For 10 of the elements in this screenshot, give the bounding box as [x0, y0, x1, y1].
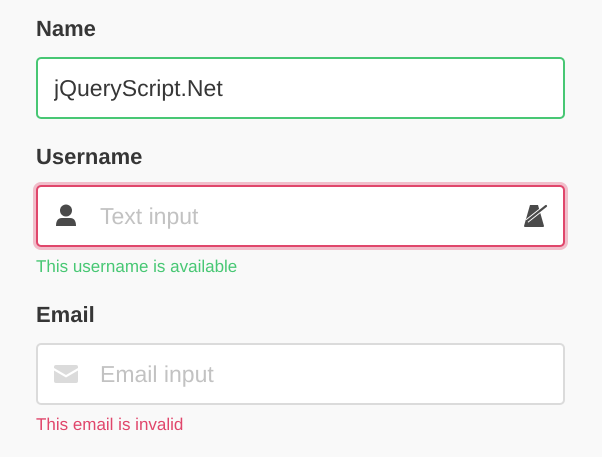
- user-icon: [55, 204, 77, 228]
- metronome-icon: [521, 204, 549, 228]
- email-field[interactable]: Email input: [36, 343, 565, 405]
- envelope-icon: [54, 365, 78, 383]
- help-text: This email is invalid: [36, 415, 184, 435]
- field-label: Username: [36, 143, 142, 171]
- text-field[interactable]: Text input: [36, 185, 565, 247]
- field-label: Name: [36, 15, 96, 43]
- help-text: This username is available: [36, 257, 238, 277]
- field-label: Email: [36, 301, 95, 329]
